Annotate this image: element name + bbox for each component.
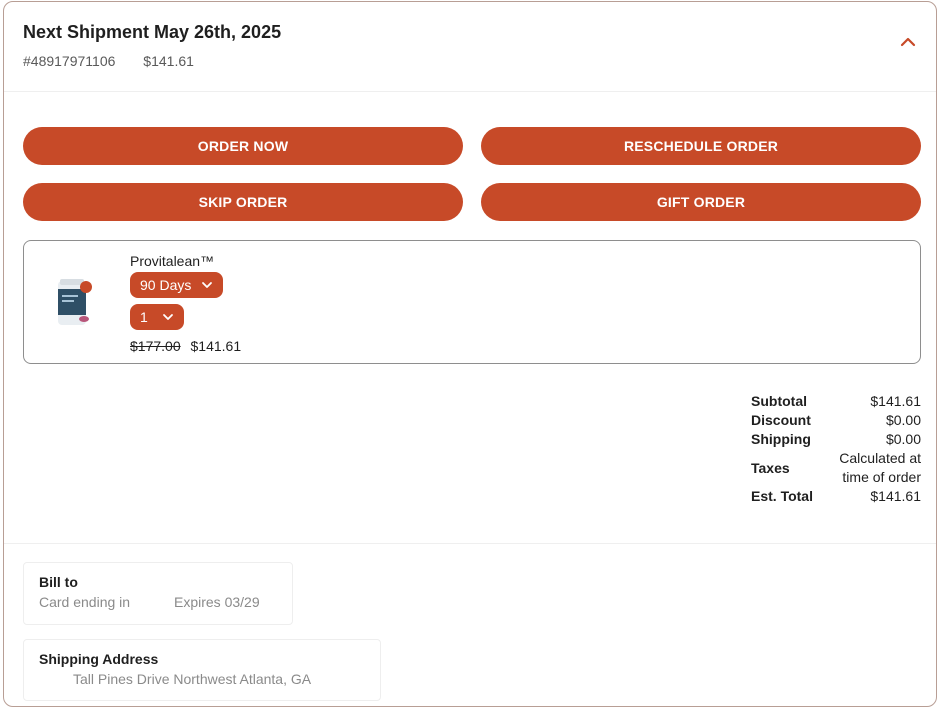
shipment-title: Next Shipment May 26th, 2025 [23,22,282,42]
reschedule-order-button[interactable]: RESCHEDULE ORDER [481,127,921,165]
discount-row: Discount $0.00 [751,411,921,430]
shipment-header[interactable]: Next Shipment May 26th, 2025 #4891797110… [4,2,936,92]
shipping-address-title: Shipping Address [39,651,159,667]
subtotal-value: $141.61 [870,393,921,409]
frequency-value: 90 Days [140,277,192,293]
chevron-down-icon [162,314,173,320]
est-total-value: $141.61 [870,488,921,504]
shipment-meta: #48917971106 $141.61 [23,53,218,69]
discount-value: $0.00 [885,412,921,428]
subtotal-row: Subtotal $141.61 [751,392,921,411]
order-now-button[interactable]: ORDER NOW [23,127,463,165]
totals-divider [4,543,936,544]
shipping-row: Shipping $0.00 [751,430,921,449]
header-divider [4,91,936,92]
discount-label: Discount [751,412,811,428]
chevron-down-icon [202,282,213,288]
subtotal-label: Subtotal [751,393,807,409]
skip-order-button[interactable]: SKIP ORDER [23,183,463,221]
product-prices: $177.00 $141.61 [130,338,241,354]
est-total-label: Est. Total [751,488,813,504]
shipping-value: $0.00 [885,431,921,447]
product-line-item: Provitalean™ 90 Days 1 $177.00 $141.61 [23,240,921,364]
shipping-label: Shipping [751,431,811,447]
taxes-value: Calculated at time of order [839,450,921,485]
shipment-amount: $141.61 [143,53,194,69]
gift-order-button[interactable]: GIFT ORDER [481,183,921,221]
frequency-select[interactable]: 90 Days [130,272,224,298]
quantity-select[interactable]: 1 [130,304,184,330]
taxes-label: Taxes [751,459,790,476]
collapse-chevron-up-icon[interactable] [898,32,918,52]
sale-price: $141.61 [190,338,242,354]
product-image [50,275,98,333]
card-ending: Card ending in [39,594,131,610]
product-name: Provitalean™ [130,253,215,269]
taxes-row: Taxes Calculated at time of order [751,449,921,487]
order-number: #48917971106 [23,53,116,69]
est-total-row: Est. Total $141.61 [751,487,921,506]
order-totals: Subtotal $141.61 Discount $0.00 Shipping… [751,392,921,506]
subscription-card: Next Shipment May 26th, 2025 #4891797110… [3,1,937,707]
quantity-value: 1 [140,309,148,325]
card-expiry: Expires 03/29 [174,594,260,610]
bill-to-title: Bill to [39,574,78,590]
original-price: $177.00 [130,338,181,354]
shipping-address-box: Shipping Address Tall Pines Drive Northw… [23,639,381,701]
shipping-address-text: Tall Pines Drive Northwest Atlanta, GA [73,671,312,687]
bill-to-box: Bill to Card ending in Expires 03/29 [23,562,293,625]
